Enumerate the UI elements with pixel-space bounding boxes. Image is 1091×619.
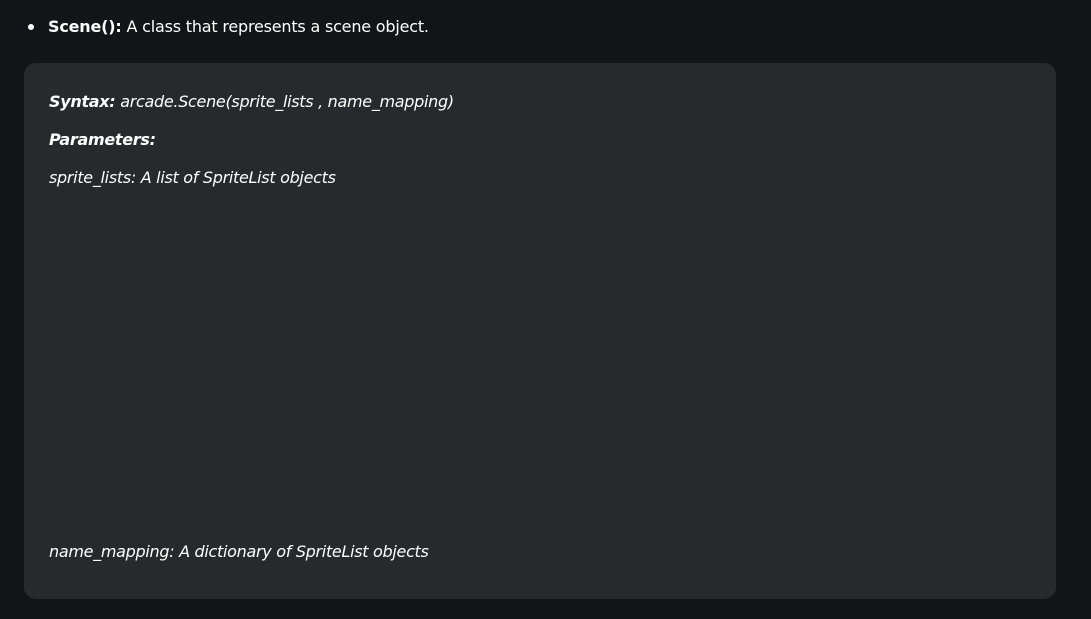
syntax-panel: Syntax: arcade.Scene(sprite_lists , name… — [24, 63, 1056, 599]
bullet-dot-icon — [28, 24, 34, 30]
bullet-term: Scene(): — [48, 17, 122, 36]
syntax-label: Syntax: — [49, 92, 116, 111]
parameters-label: Parameters: — [49, 130, 156, 149]
param-sprite-lists: sprite_lists: A list of SpriteList objec… — [49, 168, 336, 187]
bullet-description: A class that represents a scene object. — [126, 17, 429, 36]
param-name-mapping: name_mapping: A dictionary of SpriteList… — [49, 542, 429, 561]
syntax-line: Syntax: arcade.Scene(sprite_lists , name… — [49, 91, 454, 113]
syntax-value: arcade.Scene(sprite_lists , name_mapping… — [120, 92, 454, 111]
bullet-item-scene: Scene(): A class that represents a scene… — [28, 14, 429, 40]
